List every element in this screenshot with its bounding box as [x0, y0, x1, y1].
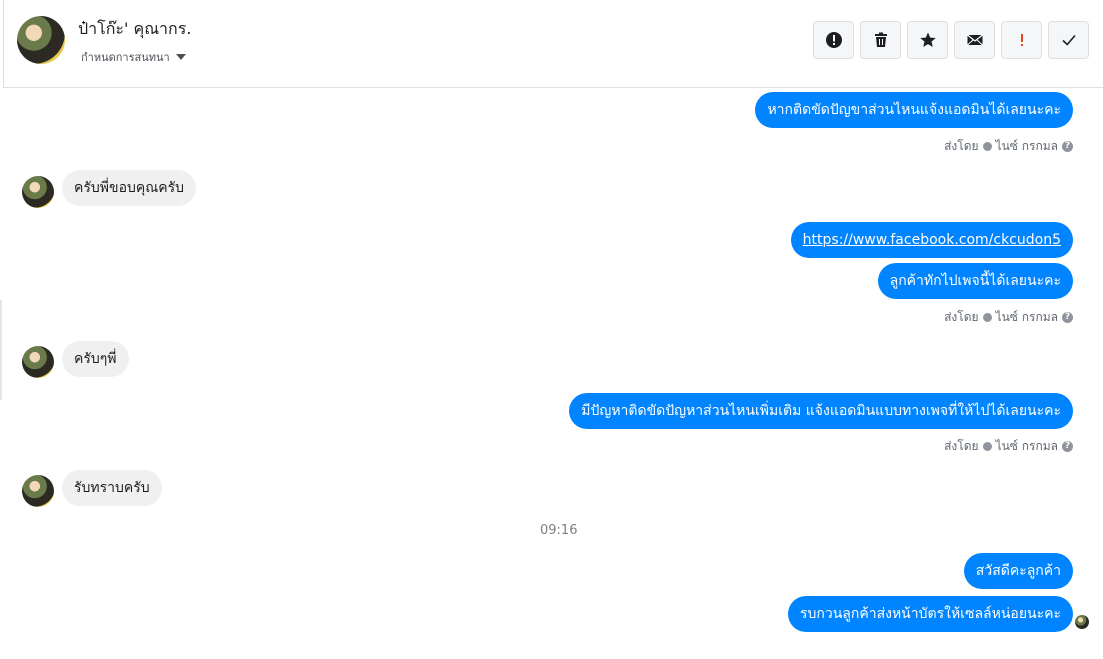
envelope-icon	[966, 34, 983, 46]
seen-avatar	[1075, 615, 1089, 629]
outgoing-message: ลูกค้าทักไปเพจนี้ได้เลยนะคะ	[877, 263, 1073, 299]
contact-avatar-small	[22, 176, 54, 208]
sent-by-label: ส่งโดย	[944, 139, 979, 153]
contact-avatar-small	[22, 475, 54, 507]
mark-unread-button[interactable]	[954, 21, 995, 59]
mark-spam-button[interactable]	[813, 21, 854, 59]
schedule-label: กำหนดการสนทนา	[81, 51, 170, 64]
outgoing-message: หากติดขัดปัญขาส่วนไหนแจ้งแอดมินได้เลยนะค…	[755, 92, 1073, 128]
incoming-message: รับทราบครับ	[62, 470, 162, 506]
outgoing-message: สวัสดีคะลูกค้า	[963, 553, 1073, 589]
sent-status: ส่งโดย ไนซ์ กรกมล ?	[944, 437, 1073, 456]
check-circle-icon	[982, 313, 992, 322]
star-button[interactable]	[907, 21, 948, 59]
outgoing-message: รบกวนลูกค้าส่งหน้าบัตรให้เซลล์หน่อยนะคะ	[787, 596, 1073, 632]
contact-avatar[interactable]	[17, 16, 65, 64]
exclamation-icon	[1020, 34, 1023, 46]
incoming-message: ครับพี่ขอบคุณครับ	[62, 170, 196, 206]
sent-status: ส่งโดย ไนซ์ กรกมล ?	[944, 308, 1073, 327]
mark-done-button[interactable]	[1048, 21, 1089, 59]
check-circle-icon	[982, 442, 992, 451]
help-icon[interactable]: ?	[1062, 141, 1073, 152]
contact-avatar-small	[22, 346, 54, 378]
sender-name: ไนซ์ กรกมล	[995, 139, 1058, 153]
help-icon[interactable]: ?	[1062, 441, 1073, 452]
delete-button[interactable]	[860, 21, 901, 59]
message-timestamp: 09:16	[540, 523, 578, 538]
incoming-message: ครับๆพี่	[62, 341, 129, 377]
caret-down-icon	[175, 54, 186, 60]
outgoing-message: มีปัญหาติดขัดปัญหาส่วนไหนเพิ่มเติม แจ้งแ…	[569, 393, 1073, 429]
sent-by-label: ส่งโดย	[944, 310, 979, 324]
check-icon	[1061, 34, 1076, 46]
help-icon[interactable]: ?	[1062, 312, 1073, 323]
sender-name: ไนซ์ กรกมล	[995, 439, 1058, 453]
alert-circle-icon	[825, 32, 842, 48]
sender-name: ไนซ์ กรกมล	[995, 310, 1058, 324]
star-icon	[919, 32, 936, 47]
conversation-schedule-dropdown[interactable]: กำหนดการสนทนา	[81, 48, 186, 66]
contact-name[interactable]: ป๋าโก๊ะ' คุณากร.	[78, 17, 191, 42]
scrollbar[interactable]	[0, 300, 2, 400]
conversation-header: ป๋าโก๊ะ' คุณากร. กำหนดการสนทนา	[3, 0, 1103, 88]
action-toolbar	[813, 21, 1089, 59]
outgoing-message-link: https://www.facebook.com/ckcudon5	[790, 222, 1073, 258]
sent-by-label: ส่งโดย	[944, 439, 979, 453]
check-circle-icon	[982, 142, 992, 151]
follow-up-button[interactable]	[1001, 21, 1042, 59]
sent-status: ส่งโดย ไนซ์ กรกมล ?	[944, 137, 1073, 156]
message-link[interactable]: https://www.facebook.com/ckcudon5	[803, 232, 1061, 248]
trash-icon	[874, 32, 887, 47]
